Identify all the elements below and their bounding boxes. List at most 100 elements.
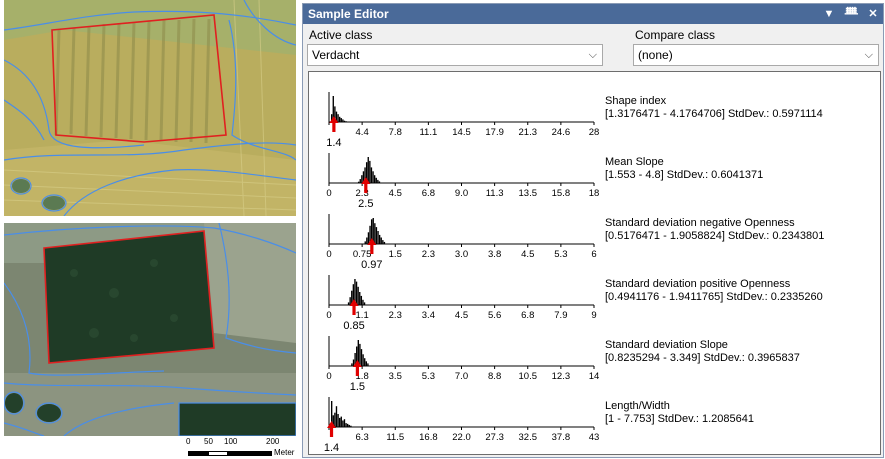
- histogram-bar: [377, 179, 379, 183]
- tick-label: 11.3: [486, 188, 504, 199]
- tick-label: 5.6: [488, 310, 501, 321]
- tick-label: 37.8: [552, 432, 571, 443]
- scale-label-0: 0: [186, 437, 191, 446]
- histogram-bar: [347, 302, 350, 305]
- feature-histogram: 0 2.3 4.5 6.8 9.0 11.3 13.5 15.8 182.5: [326, 153, 599, 210]
- feature-histogram: 0 0.75 1.5 2.3 3.0 3.8 4.5 5.3 60.97: [326, 214, 597, 271]
- chevron-down-icon: ⌵: [864, 49, 873, 61]
- tick-label: 4.5: [455, 310, 468, 321]
- tick-label: 0: [326, 188, 331, 199]
- tick-label: 0: [326, 310, 331, 321]
- histogram-bar: [359, 179, 361, 183]
- tick-label: 9.0: [455, 188, 468, 199]
- tick-label: 28: [589, 127, 600, 138]
- feature-row[interactable]: 0 1.8 3.5 5.3 7.0 8.8 10.5 12.3 14 1.5 Standard de…: [309, 322, 882, 393]
- compare-class-select[interactable]: (none) ⌵: [633, 44, 879, 66]
- histogram-bar: [342, 119, 344, 122]
- tick-label: 3.0: [455, 249, 468, 260]
- scale-segment-2: [208, 451, 228, 456]
- tick-label: 6.8: [521, 310, 534, 321]
- tick-label: 5.3: [422, 371, 435, 382]
- mean-value-label: 1.4: [324, 442, 339, 454]
- feature-stats: [1 - 7.753] StdDev.: 1.2085641: [605, 413, 755, 425]
- scale-label-50: 50: [204, 437, 213, 446]
- tick-label: 10.5: [519, 371, 538, 382]
- tick-label: 9: [591, 310, 596, 321]
- close-icon[interactable]: ✕: [867, 4, 879, 24]
- histogram-bar: [350, 425, 352, 427]
- histogram-bar: [342, 420, 344, 427]
- histogram-bar: [347, 423, 349, 427]
- scale-label-100: 100: [224, 437, 238, 446]
- scale-segment-1: [188, 451, 208, 456]
- histogram-bar: [383, 241, 386, 244]
- window-menu-icon[interactable]: ▼: [823, 4, 835, 24]
- tick-label: 7.0: [455, 371, 468, 382]
- histogram-bar: [369, 160, 371, 183]
- histogram-bar: [343, 419, 346, 427]
- histogram-bar: [367, 363, 369, 366]
- histogram-bar: [364, 358, 366, 366]
- tick-label: 14.5: [452, 127, 471, 138]
- tick-label: 6.3: [356, 432, 369, 443]
- tick-label: 17.9: [485, 127, 504, 138]
- feature-row[interactable]: 6.3 11.5 16.8 22.0 27.3 32.5 37.8 43 1.4 Length/W…: [309, 383, 882, 454]
- histogram-bar: [340, 416, 342, 427]
- histogram-bar: [372, 171, 374, 183]
- tick-label: 4.4: [356, 127, 369, 138]
- histogram-bar: [378, 181, 381, 183]
- histogram-bar: [351, 363, 353, 366]
- scale-label-200: 200: [266, 437, 280, 446]
- histogram-bar: [349, 297, 351, 305]
- histogram-bar: [361, 175, 363, 183]
- tick-label: 1.5: [389, 249, 402, 260]
- compare-class-label: Compare class: [635, 28, 716, 42]
- tick-label: 13.5: [519, 188, 538, 199]
- compare-class-group: Compare class (none) ⌵: [629, 28, 883, 68]
- histogram-bar: [337, 114, 339, 122]
- feature-row[interactable]: 0 2.3 4.5 6.8 9.0 11.3 13.5 15.8 18 2.5 Mean Slope…: [309, 139, 882, 210]
- histogram-bar: [357, 286, 359, 305]
- tick-label: 27.3: [485, 432, 504, 443]
- feature-stats: [0.4941176 - 1.9411765] StdDev.: 0.23352…: [605, 291, 823, 303]
- tick-label: 11.5: [386, 432, 404, 443]
- feature-name: Mean Slope: [605, 156, 664, 168]
- tick-label: 6.8: [422, 188, 435, 199]
- histogram-bar: [377, 231, 379, 244]
- tick-label: 4.5: [389, 188, 402, 199]
- histogram-bar: [364, 241, 366, 244]
- feature-histograms-panel[interactable]: 4.4 7.8 11.1 14.5 17.9 21.3 24.6 28 1.4 Shape ind…: [308, 71, 881, 455]
- histogram-bar: [382, 240, 384, 244]
- histogram-bar: [370, 167, 373, 183]
- pin-icon[interactable]: ᚙ: [845, 4, 858, 24]
- feature-row[interactable]: 0 0.75 1.5 2.3 3.0 3.8 4.5 5.3 6 0.97 Standard dev…: [309, 200, 882, 271]
- histogram-bar: [337, 414, 339, 427]
- feature-histogram: 0 1.1 2.3 3.4 4.5 5.6 6.8 7.9 90.85: [326, 275, 597, 332]
- tick-label: 15.8: [552, 188, 571, 199]
- tick-label: 2.3: [389, 310, 402, 321]
- tick-label: 14: [589, 371, 600, 382]
- histogram-bar: [367, 232, 370, 244]
- tick-label: 4.5: [521, 249, 534, 260]
- window-controls: ▼ ᚙ ✕: [823, 4, 879, 24]
- histogram-bar: [335, 406, 338, 427]
- scale-unit: Meter: [274, 448, 295, 457]
- feature-name: Standard deviation Slope: [605, 339, 728, 351]
- histogram-bar: [343, 120, 346, 122]
- feature-name: Standard deviation negative Openness: [605, 217, 795, 229]
- tick-label: 8.8: [488, 371, 501, 382]
- active-class-select[interactable]: Verdacht ⌵: [307, 44, 603, 66]
- histogram-bar: [359, 292, 361, 305]
- feature-row[interactable]: 4.4 7.8 11.1 14.5 17.9 21.3 24.6 28 1.4 Shape ind…: [309, 78, 882, 149]
- histogram-bar: [367, 157, 369, 183]
- tick-label: 5.3: [554, 249, 567, 260]
- tick-label: 11.1: [419, 127, 437, 138]
- histogram-bar: [380, 237, 382, 244]
- histogram-bar: [375, 177, 377, 183]
- active-class-group: Active class Verdacht ⌵: [303, 28, 607, 68]
- feature-row[interactable]: 0 1.1 2.3 3.4 4.5 5.6 6.8 7.9 9 0.85 Standard devi…: [309, 261, 882, 332]
- tick-label: 6: [591, 249, 596, 260]
- tick-label: 12.3: [552, 371, 571, 382]
- tick-label: 7.8: [389, 127, 402, 138]
- histogram-bar: [365, 361, 367, 366]
